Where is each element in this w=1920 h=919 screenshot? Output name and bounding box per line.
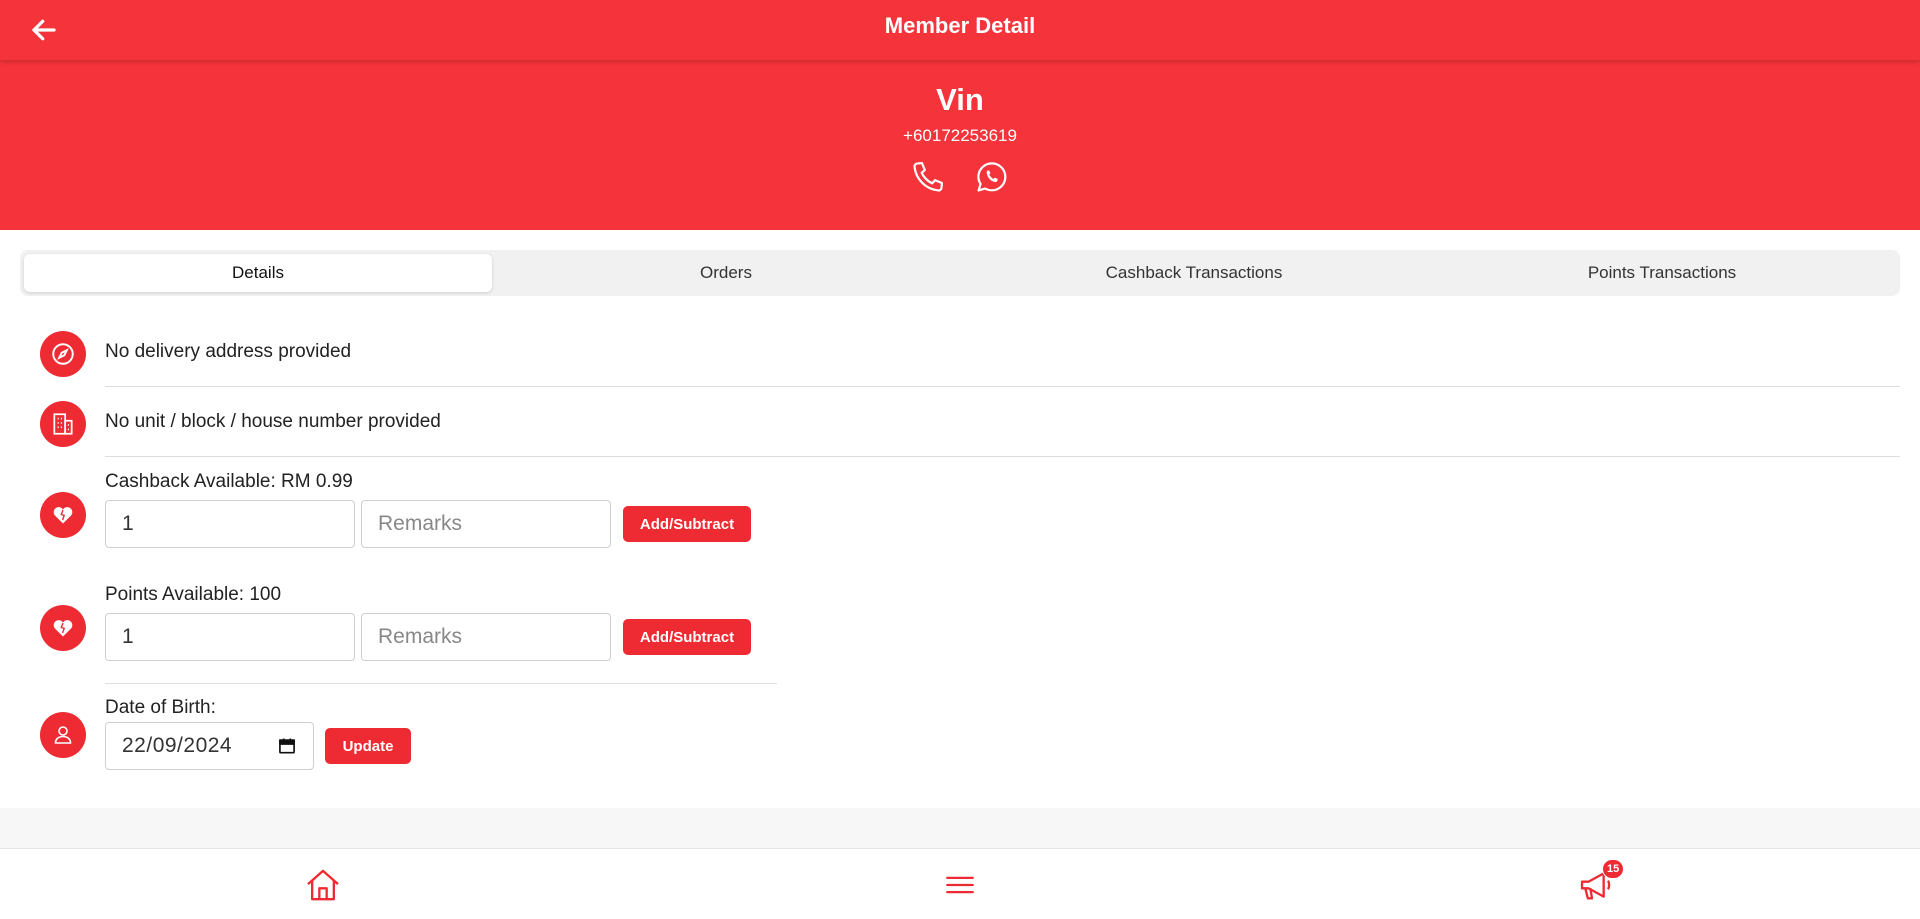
heart-icon: [53, 507, 73, 524]
divider: [105, 683, 777, 684]
member-name: Vin: [936, 82, 984, 117]
delivery-address: No delivery address provided: [105, 341, 352, 362]
tab-bar: Details Orders Cashback Transactions Poi…: [20, 250, 1900, 296]
phone-icon[interactable]: [909, 158, 947, 196]
cashback-add-subtract-button[interactable]: Add/Subtract: [623, 506, 751, 542]
address-icon-badge: [40, 331, 86, 377]
compass-icon: [52, 343, 74, 365]
bottom-nav: 15: [0, 848, 1920, 919]
user-icon: [54, 726, 72, 744]
notification-badge: 15: [1602, 859, 1625, 879]
points-add-subtract-button[interactable]: Add/Subtract: [623, 619, 751, 655]
dob-icon-badge: [40, 712, 86, 758]
points-remarks-input[interactable]: [361, 613, 611, 661]
points-icon-badge: [40, 605, 86, 651]
building-icon: [53, 413, 73, 435]
calendar-icon[interactable]: [277, 736, 297, 756]
nav-home-button[interactable]: [299, 861, 347, 909]
cashback-available-label: Cashback Available: RM 0.99: [105, 471, 353, 492]
details-content: Details Orders Cashback Transactions Poi…: [0, 230, 1920, 808]
points-available-label: Points Available: 100: [105, 584, 282, 605]
page-title: Member Detail: [884, 13, 1036, 38]
member-header: Vin +60172253619: [0, 60, 1920, 230]
dob-value: 22/09/2024: [122, 734, 233, 757]
top-bar: Member Detail: [0, 0, 1920, 60]
cashback-icon-badge: [40, 492, 86, 538]
nav-menu-button[interactable]: [936, 861, 984, 909]
unit-icon-badge: [40, 401, 86, 447]
tab-points-transactions[interactable]: Points Transactions: [1428, 254, 1896, 292]
dob-label: Date of Birth:: [105, 697, 216, 718]
divider: [105, 386, 1900, 387]
unit-number: No unit / block / house number provided: [105, 411, 441, 432]
dob-update-button[interactable]: Update: [325, 728, 411, 764]
cashback-amount-input[interactable]: [105, 500, 355, 548]
contact-actions: [0, 158, 1920, 196]
tab-details[interactable]: Details: [24, 254, 492, 292]
cashback-remarks-input[interactable]: [361, 500, 611, 548]
menu-icon[interactable]: [943, 868, 977, 902]
heart-icon: [53, 620, 73, 637]
whatsapp-icon[interactable]: [973, 158, 1011, 196]
tab-orders[interactable]: Orders: [492, 254, 960, 292]
home-icon[interactable]: [303, 865, 343, 905]
points-amount-input[interactable]: [105, 613, 355, 661]
member-phone: +60172253619: [903, 126, 1017, 145]
dob-date-input[interactable]: 22/09/2024: [105, 722, 314, 770]
divider: [105, 456, 1900, 457]
tab-cashback-transactions[interactable]: Cashback Transactions: [960, 254, 1428, 292]
